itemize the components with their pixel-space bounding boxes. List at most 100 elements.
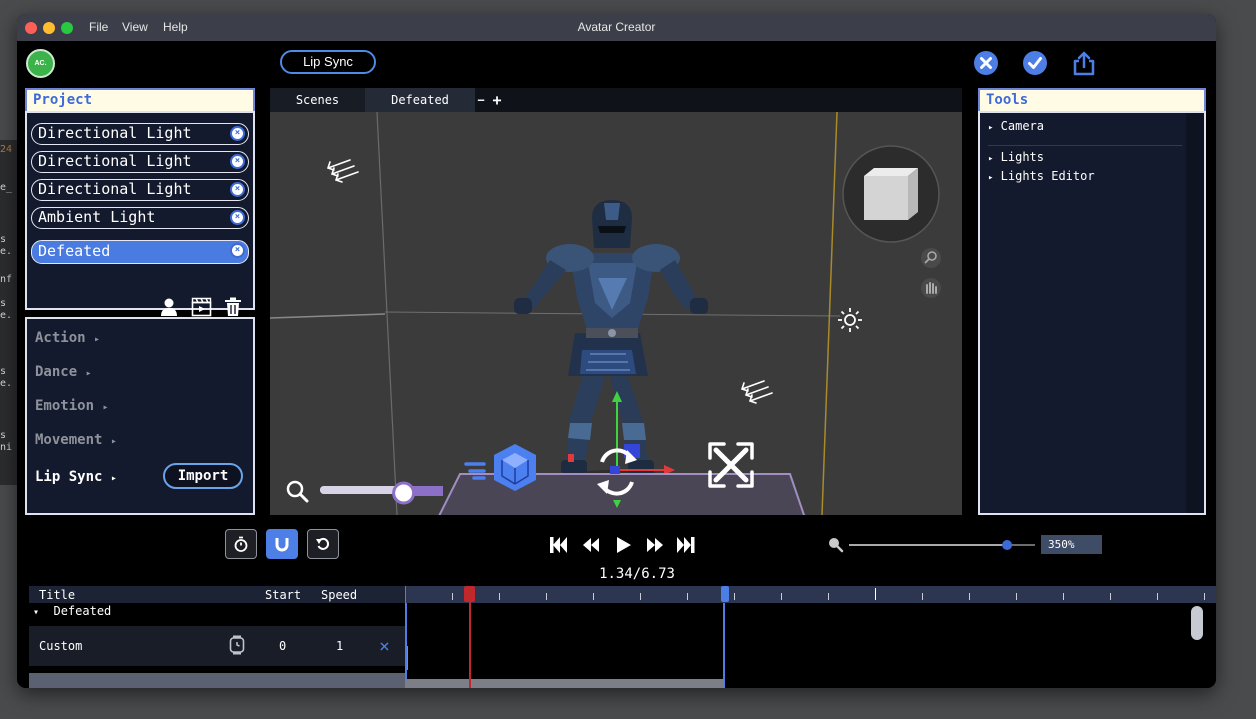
skip-end-icon[interactable] (677, 537, 695, 553)
watch-icon[interactable] (229, 635, 245, 655)
timeline-track-row[interactable]: Custom 0 1 × (29, 626, 405, 666)
reset-button[interactable] (307, 529, 339, 559)
view-cube-gizmo[interactable] (842, 145, 940, 243)
project-item[interactable]: Directional Light × (31, 123, 249, 145)
grid-line (270, 313, 386, 319)
category-label: Dance (35, 364, 78, 380)
ruler-tick (922, 593, 923, 600)
timeline-zoom-slider[interactable] (827, 536, 1037, 554)
remove-item-icon[interactable]: × (230, 126, 245, 141)
close-icon[interactable] (973, 50, 999, 76)
tab-defeated[interactable]: Defeated (365, 88, 475, 112)
project-item-selected[interactable]: Defeated × (31, 240, 249, 264)
grid-line (821, 112, 838, 515)
light-marker-icon[interactable] (326, 159, 359, 183)
pan-hand-icon[interactable] (921, 278, 941, 298)
play-icon[interactable] (617, 537, 631, 553)
viewport-zoom-slider[interactable] (286, 480, 443, 505)
ruler-tick (875, 588, 876, 600)
project-panel-header: Project (25, 88, 255, 111)
import-button[interactable]: Import (163, 463, 243, 489)
categories-panel: Action ▸ Dance ▸ Emotion ▸ Movement ▸ Li… (25, 317, 255, 515)
timeline-ruler[interactable] (405, 586, 1216, 603)
title-bar: File View Help Avatar Creator (17, 14, 1216, 41)
project-item[interactable]: Ambient Light × (31, 207, 249, 229)
timeline-zoom-value[interactable]: 350% (1041, 535, 1102, 554)
remove-item-icon[interactable]: × (230, 210, 245, 225)
share-icon[interactable] (1071, 50, 1097, 76)
magnet-snap-button[interactable] (266, 529, 298, 559)
tab-add-button[interactable]: + (488, 88, 506, 112)
magnet-icon (275, 538, 289, 552)
person-icon[interactable] (159, 297, 179, 317)
project-item[interactable]: Directional Light × (31, 151, 249, 173)
column-start: Start (265, 588, 302, 602)
remove-track-icon[interactable]: × (379, 636, 390, 657)
mode-pill-lip-sync[interactable]: Lip Sync (280, 50, 376, 74)
tools-panel-header: Tools (978, 88, 1206, 111)
timeline-track-row[interactable] (29, 673, 405, 688)
tools-item-camera[interactable]: ▸ Camera (988, 119, 1044, 133)
tools-item-lights[interactable]: ▸ Lights (988, 150, 1044, 164)
category-label: Action (35, 330, 86, 346)
project-item-label: Directional Light (38, 124, 192, 142)
chevron-right-icon: ▸ (988, 154, 994, 164)
project-item-label: Directional Light (38, 180, 192, 198)
light-marker-icon[interactable] (740, 380, 773, 404)
clapperboard-icon[interactable] (191, 297, 212, 317)
timeline-scrollbar[interactable] (1191, 606, 1203, 640)
skip-start-icon[interactable] (550, 537, 567, 553)
project-item-label: Directional Light (38, 152, 192, 170)
clip-bar[interactable] (405, 679, 724, 688)
chevron-right-icon: ▸ (102, 402, 109, 413)
track-start[interactable]: 0 (279, 639, 286, 653)
ruler-tick (452, 593, 453, 600)
column-speed: Speed (321, 588, 358, 602)
trash-icon[interactable] (224, 297, 242, 317)
category-label: Lip Sync (35, 469, 103, 485)
ruler-tick (546, 593, 547, 600)
category-lip-sync[interactable]: Lip Sync ▸ (35, 469, 117, 485)
chevron-right-icon: ▸ (988, 123, 994, 133)
tools-scrollbar[interactable] (1186, 113, 1204, 513)
tab-minus-button[interactable]: − (474, 88, 488, 112)
category-emotion[interactable]: Emotion ▸ (35, 398, 108, 414)
tools-panel: ▸ Camera ▸ Lights ▸ Lights Editor (978, 111, 1206, 515)
ruler-tick (828, 593, 829, 600)
ruler-tick (1063, 593, 1064, 600)
tools-item-lights-editor[interactable]: ▸ Lights Editor (988, 169, 1095, 183)
track-speed[interactable]: 1 (336, 639, 343, 653)
avatar[interactable]: AC. (26, 49, 55, 78)
timeline-header: Title Start Speed (29, 586, 405, 603)
tools-item-label: Camera (1000, 119, 1045, 133)
scene-canvas[interactable] (270, 112, 962, 515)
timeline-group-label: Defeated (53, 604, 112, 618)
zoom-view-icon[interactable] (921, 248, 941, 268)
rewind-icon[interactable] (583, 538, 599, 552)
category-movement[interactable]: Movement ▸ (35, 432, 117, 448)
chevron-right-icon: ▸ (110, 473, 117, 484)
remove-item-icon[interactable]: × (230, 243, 245, 258)
confirm-check-icon[interactable] (1022, 50, 1048, 76)
app-window: File View Help Avatar Creator AC. Lip Sy… (17, 14, 1216, 688)
window-title: Avatar Creator (577, 20, 656, 34)
category-action[interactable]: Action ▸ (35, 330, 100, 346)
stopwatch-button[interactable] (225, 529, 257, 559)
remove-item-icon[interactable]: × (230, 182, 245, 197)
sun-icon[interactable] (838, 308, 862, 332)
playhead-handle[interactable] (464, 586, 476, 602)
clip-block[interactable] (405, 603, 726, 688)
ruler-tick (687, 593, 688, 600)
category-dance[interactable]: Dance ▸ (35, 364, 92, 380)
chevron-right-icon: ▸ (988, 173, 994, 183)
fast-forward-icon[interactable] (647, 538, 663, 552)
avatar-character[interactable] (514, 200, 708, 486)
timeline-group-defeated[interactable]: ▾ Defeated (33, 604, 111, 618)
remove-item-icon[interactable]: × (230, 154, 245, 169)
category-label: Emotion (35, 398, 95, 414)
project-item[interactable]: Directional Light × (31, 179, 249, 201)
project-panel: Directional Light × Directional Light × … (25, 111, 255, 317)
scene-viewport[interactable]: Scenes Defeated − + (270, 88, 962, 515)
tab-scenes[interactable]: Scenes (270, 88, 365, 112)
clip-end-handle[interactable] (721, 586, 730, 602)
